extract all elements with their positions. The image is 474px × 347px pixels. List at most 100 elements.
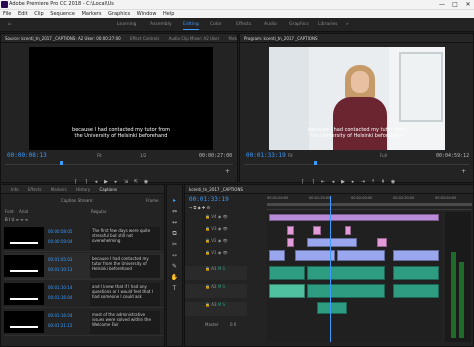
track-select-tool-icon[interactable]: ⇔	[167, 206, 182, 217]
caption-entry[interactable]: 00:00:58:05 00:00:59:04 The first few da…	[4, 225, 164, 252]
tab-history[interactable]: History	[72, 185, 94, 193]
track-header-v1[interactable]: 🔒 V1 ◉ 👁	[185, 250, 247, 259]
tab-effects[interactable]: Effects	[24, 185, 46, 193]
video-clip[interactable]	[295, 250, 335, 261]
graphic-clip[interactable]	[377, 238, 387, 247]
add-button-icon[interactable]: +	[225, 168, 230, 175]
caption-text-field[interactable]: because I had contacted my tutor from th…	[90, 255, 160, 278]
type-tool-icon[interactable]: T	[167, 283, 182, 294]
workspace-audio[interactable]: Audio	[264, 18, 277, 32]
menu-markers[interactable]: Markers	[82, 11, 102, 17]
slip-tool-icon[interactable]: ⇿	[167, 250, 182, 261]
track-header-v2[interactable]: 🔒 V2 ◉ 👁	[185, 238, 247, 247]
tab-audio-clip-mixer[interactable]: Audio Clip Mixer: A2 Uker	[165, 34, 224, 42]
caption-in-timecode[interactable]: 00:01:05:03	[48, 257, 72, 262]
workspace-editing[interactable]: Editing	[183, 18, 199, 32]
video-clip[interactable]	[393, 250, 439, 261]
source-playhead[interactable]	[60, 161, 63, 165]
hand-tool-icon[interactable]: ✋	[167, 272, 182, 283]
tab-effect-controls[interactable]: Effect Controls	[126, 34, 163, 42]
master-track-header[interactable]: Master 0.0	[185, 322, 265, 331]
source-zoom-select[interactable]: Fit	[97, 153, 102, 158]
workspace-learning[interactable]: Learning	[117, 18, 137, 32]
track-header-v3[interactable]: 🔒 V3 ◉ 👁	[185, 226, 247, 235]
razor-tool-icon[interactable]: ✂	[167, 239, 182, 250]
timeline-timecode[interactable]: 00:01:33:19	[189, 196, 229, 203]
source-time-ruler[interactable]	[5, 161, 233, 165]
audio-clip[interactable]	[393, 284, 439, 298]
menu-sequence[interactable]: Sequence	[50, 11, 75, 17]
caption-in-timecode[interactable]: 00:00:58:05	[48, 229, 72, 234]
rate-stretch-tool-icon[interactable]: ⧉	[167, 228, 182, 239]
source-video-frame[interactable]: because I had contacted my tutor from th…	[29, 47, 213, 150]
pen-tool-icon[interactable]: ✎	[167, 261, 182, 272]
workspace-libraries[interactable]: Libraries	[318, 18, 337, 32]
program-playhead[interactable]	[314, 161, 317, 165]
track-header-a1[interactable]: 🔒 A1 M S	[185, 266, 247, 280]
audio-clip[interactable]	[269, 284, 305, 298]
caption-out-timecode[interactable]: 00:01:21:15	[48, 323, 72, 328]
video-clip[interactable]	[269, 250, 285, 261]
tab-markers[interactable]: Markers	[47, 185, 71, 193]
track-header-a3[interactable]: 🔒 A3 M S	[185, 302, 247, 316]
close-button[interactable]: ✕	[462, 0, 474, 9]
menu-help[interactable]: Help	[163, 11, 174, 17]
timeline-snap-icons[interactable]: ⤳ ⧉ ◆ ✚ ⚙	[189, 205, 210, 210]
maximize-button[interactable]: □	[449, 0, 461, 9]
audio-clip[interactable]	[393, 266, 439, 280]
caption-text-field[interactable]: and I knew that if I had any questions o…	[90, 283, 160, 306]
video-clip[interactable]	[307, 238, 357, 247]
menu-window[interactable]: Window	[137, 11, 157, 17]
selection-tool-icon[interactable]: ▸	[167, 195, 182, 206]
tab-sequence[interactable]: kcenti_tn_2017 _CAPTIONS	[185, 185, 247, 193]
program-resolution-select[interactable]: Full	[380, 153, 387, 158]
source-resolution-select[interactable]: 1/2	[140, 153, 146, 158]
track-header-a2[interactable]: 🔒 A2 M S	[185, 284, 247, 298]
home-icon[interactable]: ⌂	[8, 18, 11, 32]
timeline-ruler[interactable]: 00:01:00:00 00:01:30:00 00:02:00:00 00:0…	[267, 196, 472, 210]
ripple-edit-tool-icon[interactable]: ↔	[167, 217, 182, 228]
caption-entry[interactable]: 00:01:10:14 00:01:16:04 and I knew that …	[4, 281, 164, 308]
caption-entry[interactable]: 00:01:05:03 00:01:10:13 because I had co…	[4, 253, 164, 280]
workspace-effects[interactable]: Effects	[236, 18, 251, 32]
caption-in-timecode[interactable]: 00:01:10:14	[48, 285, 72, 290]
audio-clip[interactable]	[269, 266, 305, 280]
menu-file[interactable]: File	[3, 11, 11, 17]
caption-out-timecode[interactable]: 00:01:16:04	[48, 295, 72, 300]
tab-program[interactable]: Program: kcenti_tn_2017 _CAPTIONS	[240, 34, 322, 42]
minimize-button[interactable]: —	[436, 0, 448, 9]
source-current-timecode[interactable]: 00:00:08:13	[7, 152, 47, 159]
caption-text-field[interactable]: The first few days were quite stressful …	[90, 227, 160, 250]
audio-clip[interactable]	[307, 266, 385, 280]
program-time-ruler[interactable]	[244, 161, 469, 165]
add-button-icon[interactable]: +	[461, 168, 466, 175]
caption-entry[interactable]: 00:01:16:04 00:01:21:15 most of the admi…	[4, 309, 164, 336]
text-formatting-icons[interactable]: B I U ≡ ≡ ≡	[5, 217, 28, 222]
tab-metadata[interactable]: Metadat	[225, 34, 237, 42]
caption-track-clip[interactable]	[269, 214, 439, 221]
tab-info[interactable]: Info	[1, 185, 23, 193]
audio-clip[interactable]	[317, 302, 347, 314]
graphic-clip[interactable]	[287, 238, 294, 247]
program-zoom-select[interactable]: Fit	[288, 153, 293, 158]
caption-out-timecode[interactable]: 00:01:10:13	[48, 267, 72, 272]
graphic-clip[interactable]	[287, 226, 294, 235]
graphic-clip[interactable]	[313, 226, 321, 235]
timeline-playhead[interactable]	[330, 196, 331, 342]
font-style-select[interactable]: Regular	[91, 209, 106, 214]
workspace-color[interactable]: Color	[210, 18, 222, 32]
menu-clip[interactable]: Clip	[34, 11, 43, 17]
menu-graphics[interactable]: Graphics	[108, 11, 130, 17]
work-area-bar[interactable]	[267, 203, 472, 206]
menu-edit[interactable]: Edit	[18, 11, 28, 17]
program-current-timecode[interactable]: 00:01:33:19	[246, 152, 286, 159]
graphic-clip[interactable]	[345, 226, 351, 235]
track-header-v4[interactable]: 🔒 V4 ◉ 👁	[185, 214, 247, 223]
workspace-assembly[interactable]: Assembly	[150, 18, 172, 32]
caption-text-field[interactable]: most of the administrative issues were s…	[90, 311, 160, 334]
caption-out-timecode[interactable]: 00:00:59:04	[48, 239, 72, 244]
workspace-more-button[interactable]: »	[346, 18, 349, 32]
timeline-tracks[interactable]	[267, 196, 441, 342]
caption-in-timecode[interactable]: 00:01:16:04	[48, 313, 72, 318]
workspace-graphics[interactable]: Graphics	[289, 18, 309, 32]
